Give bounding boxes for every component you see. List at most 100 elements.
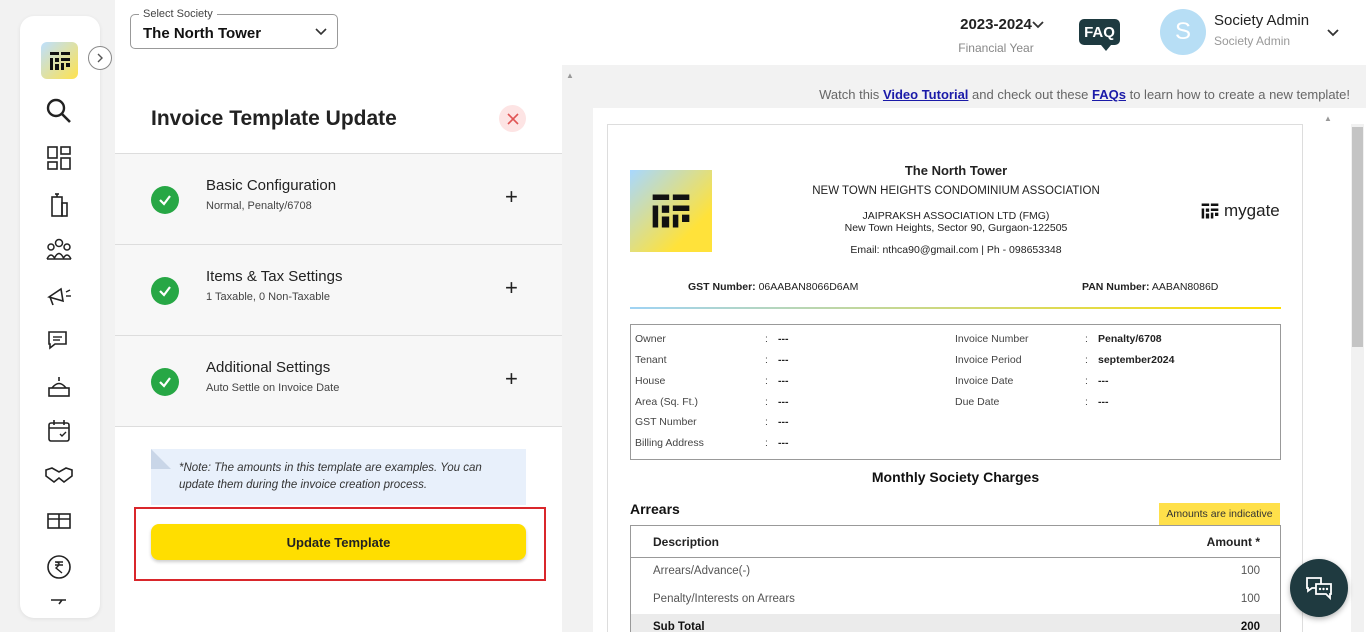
note-fold-decoration bbox=[151, 449, 171, 469]
invoice-preview: The North Tower NEW TOWN HEIGHTS CONDOMI… bbox=[607, 124, 1303, 632]
inventory-icon[interactable] bbox=[44, 506, 74, 536]
detail-key: Due Date bbox=[955, 396, 1000, 408]
detail-value: Penalty/6708 bbox=[1098, 333, 1162, 345]
scroll-up-arrow-icon[interactable]: ▲ bbox=[1324, 114, 1332, 123]
society-logo-icon bbox=[652, 194, 690, 228]
detail-key: Tenant bbox=[635, 354, 667, 366]
detail-value: --- bbox=[1098, 375, 1109, 387]
column-header-description: Description bbox=[653, 535, 720, 549]
search-icon[interactable] bbox=[44, 96, 74, 126]
faqs-link[interactable]: FAQs bbox=[1092, 87, 1126, 102]
detail-key: Invoice Date bbox=[955, 375, 1014, 387]
row-amount: 100 bbox=[1240, 593, 1260, 605]
expand-plus-icon[interactable]: + bbox=[505, 277, 518, 299]
gst-value: 06AABAN8066D6AM bbox=[758, 281, 859, 293]
detail-key: Invoice Number bbox=[955, 333, 1029, 345]
dashboard-icon[interactable] bbox=[44, 143, 74, 173]
checklist-icon[interactable] bbox=[44, 596, 74, 610]
scrollbar-thumb[interactable] bbox=[1352, 127, 1363, 347]
preview-scrollbar[interactable] bbox=[1351, 124, 1364, 632]
invoice-contact: Email: nthca90@gmail.com | Ph - 09865334… bbox=[850, 244, 1062, 256]
building-icon[interactable] bbox=[44, 190, 74, 220]
arrears-title: Arrears bbox=[630, 501, 680, 517]
step-title: Items & Tax Settings bbox=[206, 268, 343, 285]
society-logo bbox=[630, 170, 712, 252]
service-icon[interactable] bbox=[44, 372, 74, 402]
check-circle-icon bbox=[151, 277, 179, 305]
expand-plus-icon[interactable]: + bbox=[505, 186, 518, 208]
invoice-header: The North Tower NEW TOWN HEIGHTS CONDOMI… bbox=[758, 163, 1154, 256]
expand-plus-icon[interactable]: + bbox=[505, 368, 518, 390]
rupee-icon[interactable] bbox=[44, 552, 74, 582]
support-chat-button[interactable] bbox=[1290, 559, 1348, 617]
row-description: Arrears/Advance(-) bbox=[653, 565, 751, 577]
detail-value: --- bbox=[778, 333, 789, 345]
announcement-icon[interactable] bbox=[44, 281, 74, 311]
pan-number: PAN Number: AABAN8086D bbox=[1082, 281, 1218, 293]
detail-key: Area (Sq. Ft.) bbox=[635, 396, 699, 408]
row-description: Penalty/Interests on Arrears bbox=[653, 593, 795, 605]
financial-year-selector[interactable]: 2023-2024 Financial Year bbox=[950, 16, 1042, 55]
user-menu-chevron-icon[interactable] bbox=[1327, 26, 1339, 44]
detail-key: Billing Address bbox=[635, 437, 704, 449]
detail-value: --- bbox=[778, 437, 789, 449]
step-title: Basic Configuration bbox=[206, 177, 337, 194]
preview-hint: Watch this Video Tutorial and check out … bbox=[570, 87, 1350, 102]
sidebar bbox=[20, 16, 112, 618]
sidebar-toggle-button[interactable] bbox=[88, 46, 112, 70]
gst-label: GST Number: bbox=[688, 281, 756, 293]
step-title: Additional Settings bbox=[206, 359, 331, 376]
residents-icon[interactable] bbox=[44, 235, 74, 265]
hint-text: and check out these bbox=[968, 87, 1093, 102]
close-button[interactable] bbox=[499, 105, 526, 132]
pan-label: PAN Number: bbox=[1082, 281, 1150, 293]
mygate-brand: mygate bbox=[1200, 201, 1280, 221]
column-header-amount: Amount * bbox=[1206, 535, 1260, 549]
table-row: Arrears/Advance(-) 100 bbox=[631, 558, 1280, 586]
arrears-table: Description Amount * Arrears/Advance(-) … bbox=[630, 525, 1281, 632]
header-divider bbox=[630, 307, 1281, 309]
financial-year-label: Financial Year bbox=[958, 41, 1034, 55]
society-select[interactable]: Select Society The North Tower bbox=[130, 8, 338, 49]
chat-icon[interactable] bbox=[44, 326, 74, 356]
update-template-button[interactable]: Update Template bbox=[151, 524, 526, 560]
indicative-badge: Amounts are indicative bbox=[1159, 503, 1280, 525]
financial-year-value: 2023-2024 bbox=[960, 16, 1032, 33]
mygate-wordmark: mygate bbox=[1224, 201, 1280, 220]
mygate-logo[interactable] bbox=[41, 42, 78, 79]
avatar[interactable]: S bbox=[1160, 9, 1206, 55]
step-basic-configuration[interactable]: Basic Configuration Normal, Penalty/6708… bbox=[115, 153, 562, 244]
step-subtitle: Normal, Penalty/6708 bbox=[206, 200, 312, 212]
detail-value: --- bbox=[778, 416, 789, 428]
calendar-icon[interactable] bbox=[44, 416, 74, 446]
invoice-address: New Town Heights, Sector 90, Gurgaon-122… bbox=[844, 222, 1068, 234]
page-title: Invoice Template Update bbox=[151, 107, 397, 130]
hint-text: to learn how to create a new template! bbox=[1125, 87, 1350, 102]
invoice-company: JAIPRAKSH ASSOCIATION LTD (FMG) bbox=[862, 210, 1050, 222]
user-name: Society Admin bbox=[1214, 12, 1310, 29]
handshake-icon[interactable] bbox=[44, 460, 74, 490]
step-additional-settings[interactable]: Additional Settings Auto Settle on Invoi… bbox=[115, 335, 562, 427]
pan-value: AABAN8086D bbox=[1151, 281, 1219, 293]
check-circle-icon bbox=[151, 186, 179, 214]
chevron-right-icon bbox=[97, 53, 103, 63]
chevron-down-icon[interactable] bbox=[1032, 18, 1044, 36]
user-role: Society Admin bbox=[1214, 34, 1291, 48]
detail-value: --- bbox=[778, 354, 789, 366]
step-items-tax-settings[interactable]: Items & Tax Settings 1 Taxable, 0 Non-Ta… bbox=[115, 244, 562, 335]
mygate-logo-icon bbox=[1201, 203, 1219, 219]
detail-key: Owner bbox=[635, 333, 666, 345]
charges-title: Monthly Society Charges bbox=[871, 469, 1040, 485]
subtotal-amount: 200 bbox=[1240, 621, 1260, 632]
video-tutorial-link[interactable]: Video Tutorial bbox=[883, 87, 968, 102]
society-select-value: The North Tower bbox=[143, 25, 262, 42]
detail-key: Invoice Period bbox=[955, 354, 1022, 366]
chevron-down-icon bbox=[315, 25, 327, 43]
scroll-up-arrow-icon[interactable]: ▲ bbox=[566, 71, 574, 80]
detail-key: GST Number bbox=[635, 416, 697, 428]
row-amount: 100 bbox=[1240, 565, 1260, 577]
society-select-label: Select Society bbox=[139, 8, 217, 20]
chat-bubbles-icon bbox=[1306, 577, 1332, 601]
step-subtitle: 1 Taxable, 0 Non-Taxable bbox=[206, 291, 330, 303]
faq-button[interactable]: FAQ bbox=[1079, 19, 1120, 51]
